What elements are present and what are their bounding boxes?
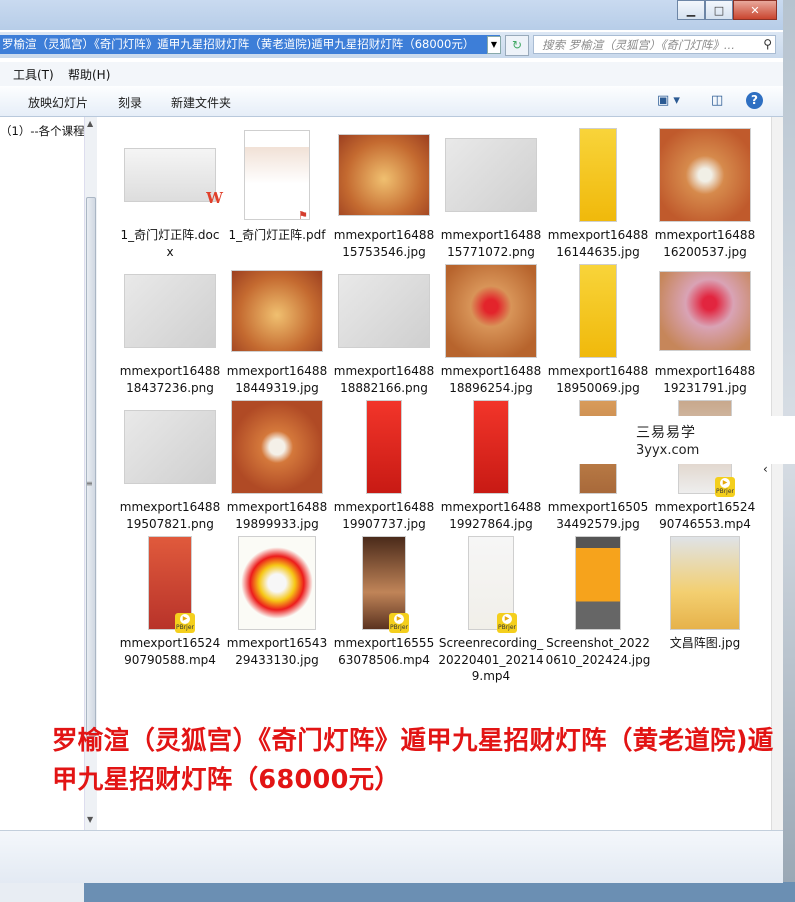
file-name: mmexport1648819507821.png xyxy=(119,500,221,531)
preview-pane-icon[interactable]: ◫ xyxy=(711,93,723,108)
file-thumbnail xyxy=(339,135,429,215)
file-thumbnail xyxy=(446,265,536,357)
address-path[interactable]: 罗榆渲（灵狐宫）《奇门灯阵》遁甲九星招财灯阵（黄老道院)遁甲九星招财灯阵（680… xyxy=(0,35,500,54)
grip-icon: ≡ xyxy=(86,479,93,488)
file-thumbnail: ▶ PBrjer xyxy=(149,537,195,633)
file-thumbnail xyxy=(671,537,739,629)
file-thumbnail: ▶ PBrjer xyxy=(363,537,409,633)
file-name: 1_奇门灯正阵.pdf xyxy=(228,228,326,242)
pdf-icon: ⚑ xyxy=(298,209,308,222)
file-name: mmexport1654329433130.jpg xyxy=(226,636,328,667)
burn-button[interactable]: 刻录 xyxy=(118,94,142,111)
file-name: mmexport1648819907737.jpg xyxy=(333,500,435,531)
file-name: mmexport1648818896254.jpg xyxy=(440,364,542,395)
file-thumbnail xyxy=(576,537,620,629)
menu-bar: 工具(T) 帮助(H) xyxy=(0,62,783,87)
file-name: mmexport1652490746553.mp4 xyxy=(654,500,756,531)
file-name: mmexport1648819927864.jpg xyxy=(440,500,542,531)
file-thumbnail xyxy=(339,275,429,347)
file-name: mmexport1648818437236.png xyxy=(119,364,221,395)
title-bar: ▁ □ ✕ xyxy=(0,0,783,30)
file-name: mmexport1648818950069.jpg xyxy=(547,364,649,395)
file-thumbnail xyxy=(446,139,536,211)
scroll-up-icon[interactable]: ▲ xyxy=(87,119,93,128)
scroll-down-icon[interactable]: ▼ xyxy=(87,815,93,824)
view-icon[interactable]: ▣ ▾ xyxy=(657,93,680,108)
help-icon[interactable]: ? xyxy=(746,92,763,109)
file-name: mmexport1648819899933.jpg xyxy=(226,500,328,531)
watermark-line1: 三易易学 xyxy=(636,425,696,441)
file-thumbnail xyxy=(580,265,616,357)
watermark-line2: 3yyx.com xyxy=(636,443,700,458)
video-player-icon: ▶ PBrjer xyxy=(175,613,195,633)
nav-item[interactable]: （1）--各个课程 xyxy=(0,123,84,139)
search-icon[interactable]: ⚲ xyxy=(763,37,772,51)
file-thumbnail: ▶ PBrjer xyxy=(469,537,517,633)
file-name: mmexport1648816144635.jpg xyxy=(547,228,649,259)
file-name: mmexport1648819231791.jpg xyxy=(654,364,756,395)
refresh-icon[interactable]: ↻ xyxy=(505,35,529,56)
file-thumbnail: W xyxy=(125,149,223,207)
command-bar: 放映幻灯片 刻录 新建文件夹 ▣ ▾ ◫ ? xyxy=(0,86,783,117)
address-bar: 罗榆渲（灵狐宫）《奇门灯阵》遁甲九星招财灯阵（黄老道院)遁甲九星招财灯阵（680… xyxy=(0,32,783,58)
file-thumbnail xyxy=(474,401,508,493)
close-icon[interactable]: ✕ xyxy=(733,0,777,20)
file-thumbnail xyxy=(367,401,401,493)
file-thumbnail xyxy=(239,537,315,629)
details-pane xyxy=(0,830,783,883)
file-name: Screenshot_20220610_202424.jpg xyxy=(545,636,651,667)
file-name: 1_奇门灯正阵.docx xyxy=(120,228,220,259)
menu-tools[interactable]: 工具(T) xyxy=(13,66,54,83)
slideshow-button[interactable]: 放映幻灯片 xyxy=(28,94,88,111)
file-name: mmexport1652490790588.mp4 xyxy=(119,636,221,667)
video-player-icon: ▶ PBrjer xyxy=(497,613,517,633)
file-thumbnail: ⚑ xyxy=(245,131,309,222)
file-name: mmexport1655563078506.mp4 xyxy=(333,636,435,667)
file-name: 文昌阵图.jpg xyxy=(669,636,741,650)
menu-help[interactable]: 帮助(H) xyxy=(68,66,110,83)
maximize-icon[interactable]: □ xyxy=(705,0,733,20)
file-name: mmexport1648818882166.png xyxy=(333,364,435,395)
file-thumbnail xyxy=(660,129,750,221)
video-player-icon: ▶ PBrjer xyxy=(389,613,409,633)
search-input[interactable]: 搜索 罗榆渲（灵狐宫）《奇门灯阵》... ⚲ xyxy=(533,35,776,54)
file-name: mmexport1648818449319.jpg xyxy=(226,364,328,395)
file-thumbnail xyxy=(232,401,322,493)
watermark: 三易易学 3yyx.com xyxy=(538,416,795,464)
new-folder-button[interactable]: 新建文件夹 xyxy=(171,94,231,111)
file-name: mmexport1650534492579.jpg xyxy=(547,500,649,531)
wps-icon: W xyxy=(206,189,223,207)
file-name: Screenrecording_20220401_202149.mp4 xyxy=(438,636,544,683)
file-name: mmexport1648815753546.jpg xyxy=(333,228,435,259)
file-thumbnail xyxy=(660,272,750,350)
file-name: mmexport1648816200537.jpg xyxy=(654,228,756,259)
search-placeholder: 搜索 罗榆渲（灵狐宫）《奇门灯阵》... xyxy=(542,38,735,52)
chevron-down-icon[interactable]: ▼ xyxy=(487,36,501,54)
file-name: mmexport1648815771072.png xyxy=(440,228,542,259)
file-thumbnail xyxy=(232,271,322,351)
overlay-caption: 罗榆渲（灵狐宫）《奇门灯阵》遁甲九星招财灯阵（黄老道院)遁甲九星招财灯阵（680… xyxy=(52,726,774,795)
file-thumbnail xyxy=(580,129,616,221)
minimize-icon[interactable]: ▁ xyxy=(677,0,705,20)
nav-scroll-thumb[interactable] xyxy=(86,197,96,737)
video-player-icon: ▶ PBrjer xyxy=(715,477,735,497)
file-thumbnail xyxy=(125,411,215,483)
file-thumbnail xyxy=(125,275,215,347)
chevron-left-icon[interactable]: ‹ xyxy=(763,462,768,476)
